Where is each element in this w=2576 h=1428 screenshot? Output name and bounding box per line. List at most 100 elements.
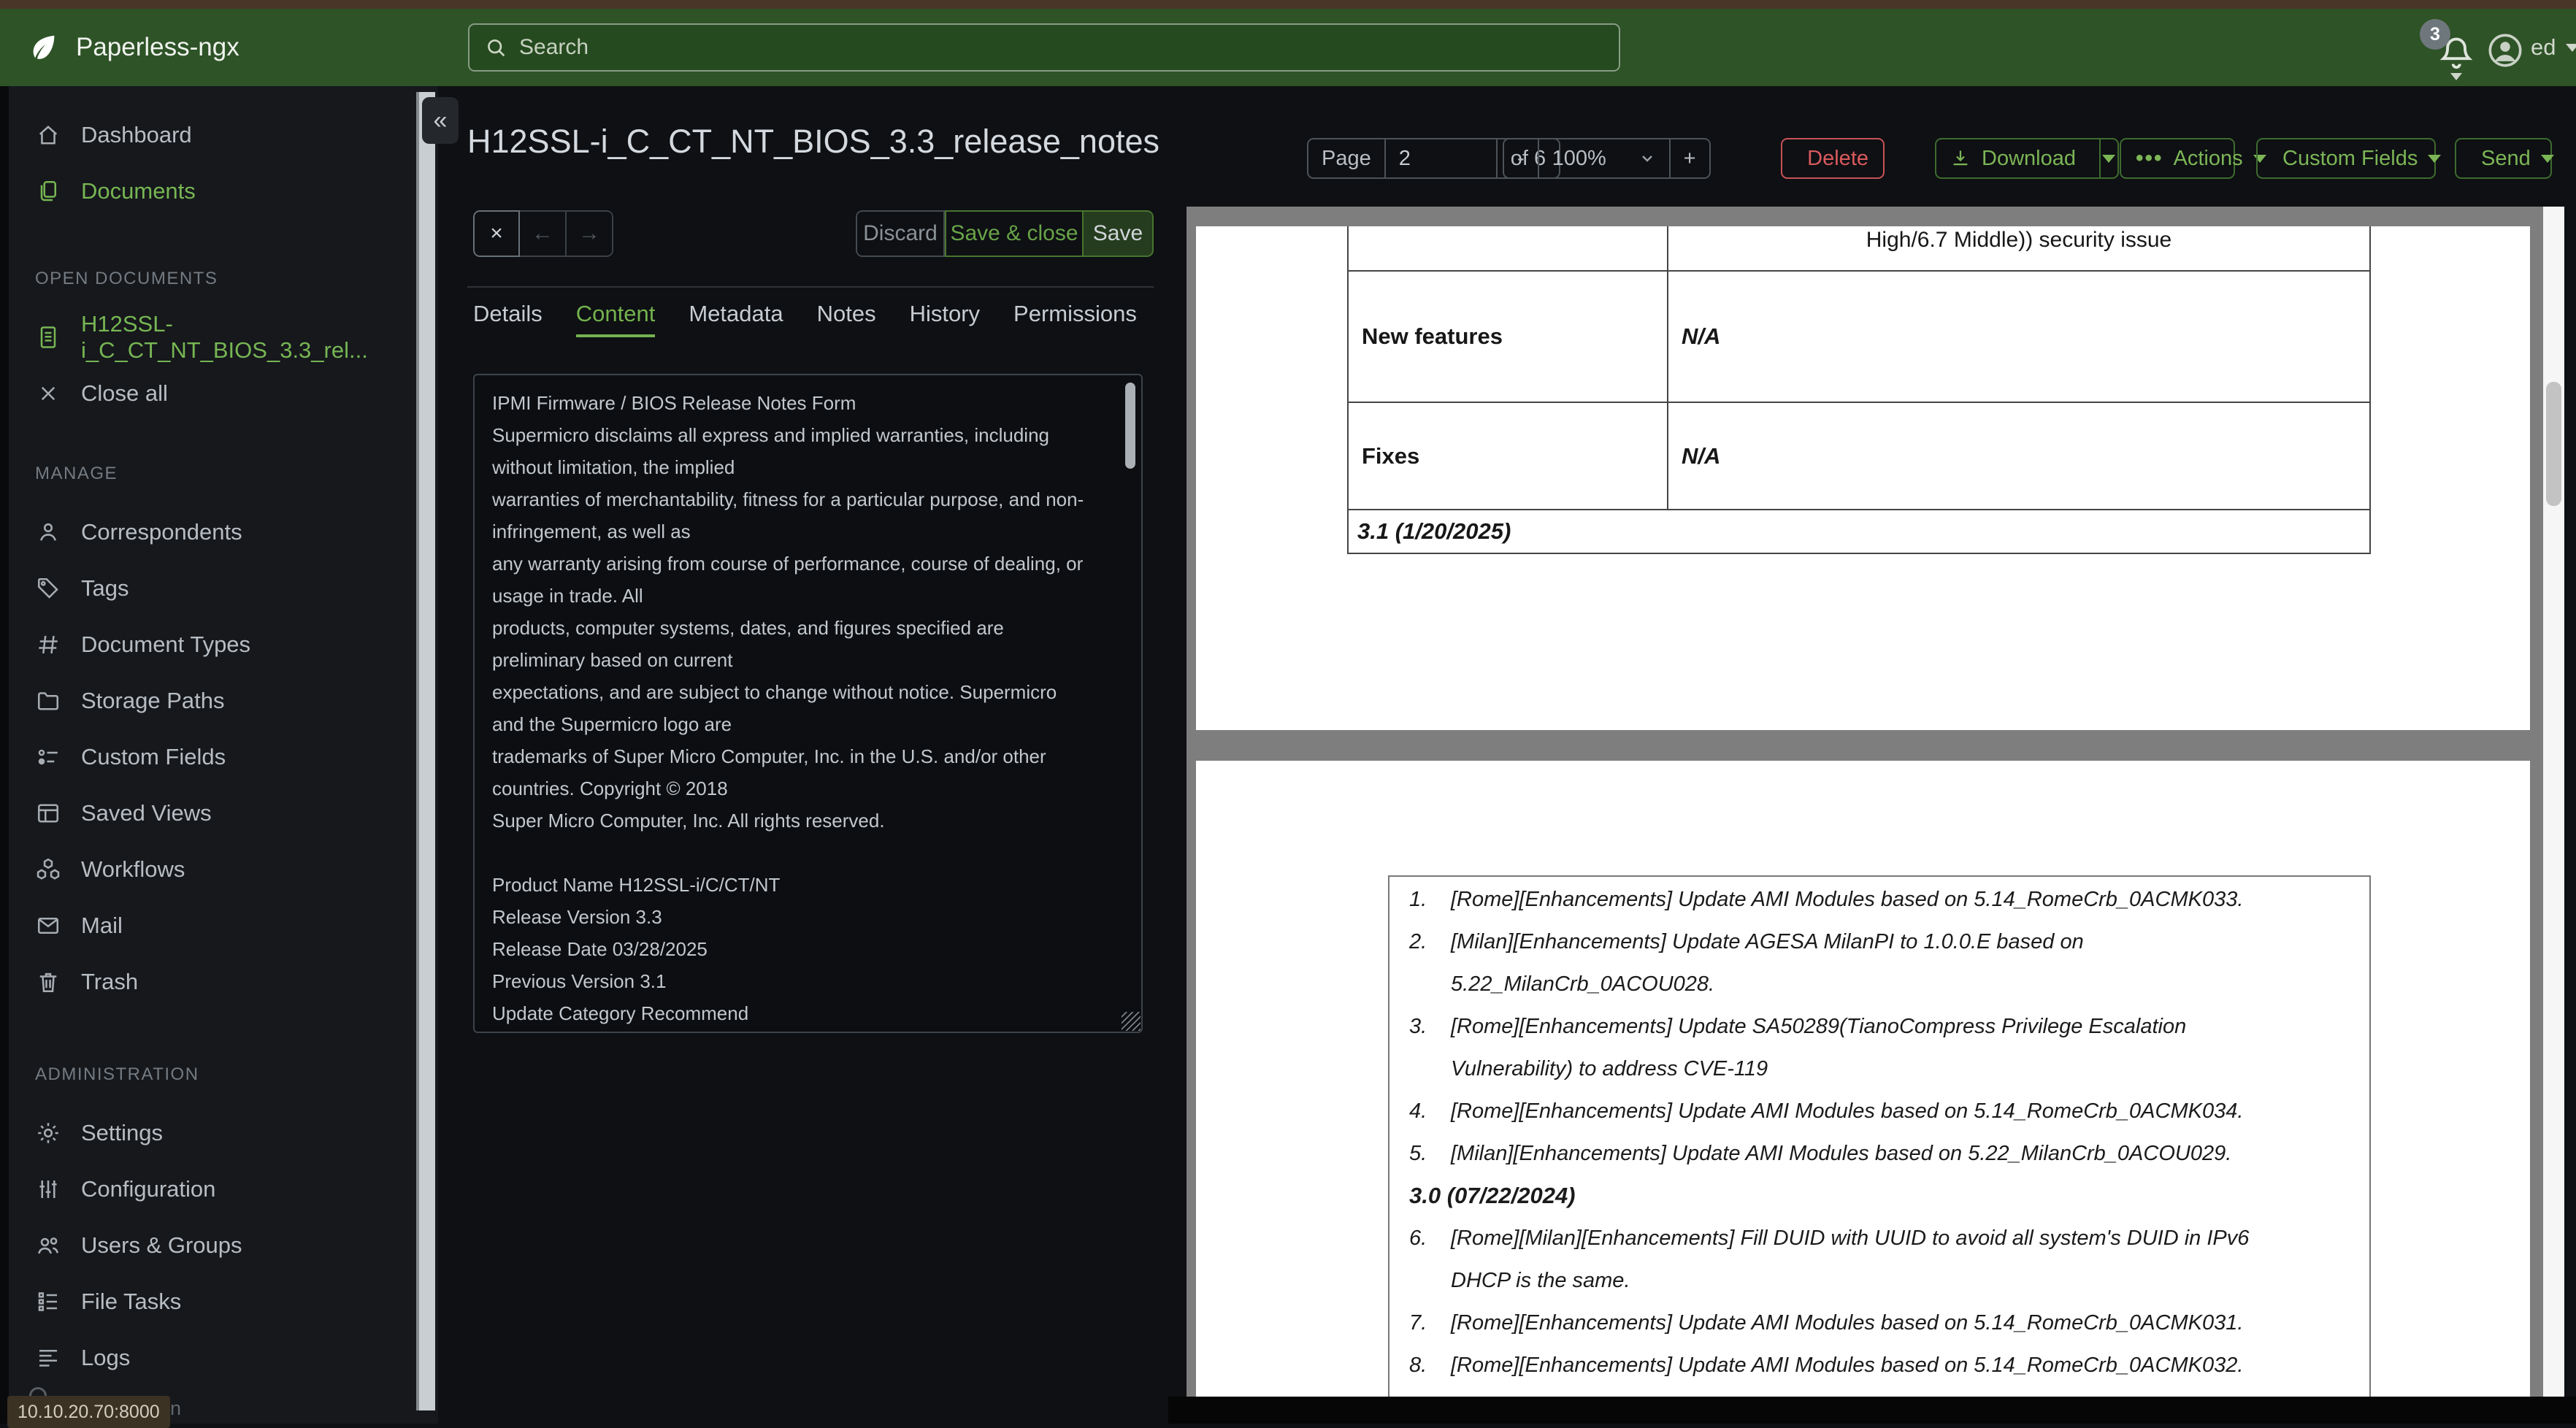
textarea-scrollbar-thumb[interactable] — [1125, 383, 1135, 469]
avatar[interactable] — [2485, 31, 2525, 70]
page-label: Page — [1308, 139, 1384, 177]
tab-content[interactable]: Content — [576, 301, 656, 337]
pdf-scrollbar-thumb[interactable] — [2546, 382, 2561, 506]
sidebar-item-mail[interactable]: Mail — [9, 897, 416, 953]
sidebar-item-dashboard[interactable]: Dashboard — [9, 107, 416, 163]
sidebar-item-configuration[interactable]: Configuration — [9, 1161, 416, 1217]
zoom-out-button[interactable]: - — [1504, 139, 1538, 177]
sidebar-item-trash[interactable]: Trash — [9, 953, 416, 1010]
list-item-text: [Rome][Milan][Enhancements] Fill DUID wi… — [1451, 1227, 2249, 1292]
save-and-close-button[interactable]: Save & close — [945, 210, 1084, 257]
list-item-text: [Rome][Enhancements] Update AMI Modules … — [1451, 1311, 2243, 1335]
zoom-in-button[interactable]: + — [1669, 139, 1709, 177]
content-textarea[interactable]: IPMI Firmware / BIOS Release Notes Form … — [473, 374, 1143, 1033]
sidebar-item-users-groups[interactable]: Users & Groups — [9, 1217, 416, 1273]
app-brand[interactable]: Paperless-ngx — [26, 9, 239, 86]
tab-permissions[interactable]: Permissions — [1013, 301, 1137, 337]
tasks-icon — [35, 1289, 61, 1315]
custom-fields-icon — [35, 744, 61, 770]
tab-notes[interactable]: Notes — [817, 301, 876, 337]
window-top-strip — [0, 0, 2576, 9]
delete-button[interactable]: Delete — [1781, 138, 1885, 179]
tab-metadata[interactable]: Metadata — [689, 301, 783, 337]
send-button-label: Send — [2481, 147, 2531, 171]
pdf-page-2: 1. [Rome][Enhancements] Update AMI Module… — [1196, 761, 2530, 1398]
folder-icon — [35, 688, 61, 714]
close-document-button[interactable]: × — [473, 210, 520, 257]
custom-fields-button[interactable]: Custom Fields — [2256, 138, 2436, 179]
discard-button[interactable]: Discard — [856, 210, 945, 257]
page-number-input[interactable] — [1399, 147, 1483, 171]
person-circle-icon — [2485, 31, 2525, 70]
sidebar-item-logs[interactable]: Logs — [9, 1329, 416, 1386]
list-item-number: 7. — [1409, 1302, 1427, 1344]
table-cell-empty — [1348, 226, 1668, 271]
release-notes-table: High/6.7 Middle)) security issue New fea… — [1347, 226, 2371, 554]
sidebar-item-label: Configuration — [81, 1176, 215, 1202]
app-title: Paperless-ngx — [76, 33, 239, 62]
pdf-viewer: High/6.7 Middle)) security issue New fea… — [1187, 207, 2564, 1398]
search-input[interactable] — [519, 35, 1604, 60]
actions-button[interactable]: ••• Actions — [2120, 138, 2235, 179]
sidebar-item-h12ssl-i-c-ct-nt-bios-3-3-rel[interactable]: H12SSL-i_C_CT_NT_BIOS_3.3_rel... — [9, 309, 416, 365]
sidebar-section-gap — [9, 1010, 416, 1062]
tab-history[interactable]: History — [910, 301, 980, 337]
sidebar-item-saved-views[interactable]: Saved Views — [9, 785, 416, 841]
download-options-button[interactable] — [2099, 139, 2117, 177]
save-button[interactable]: Save — [1084, 210, 1154, 257]
sidebar-item-label: Workflows — [81, 856, 185, 883]
sidebar-item-document-types[interactable]: Document Types — [9, 616, 416, 672]
link-preview-tooltip: 10.10.20.70:8000 — [7, 1396, 170, 1428]
pane-divider — [467, 286, 1154, 288]
list-item-text: [Rome][Enhancements] Update AMI Modules … — [1451, 1354, 2243, 1377]
row-value: N/A — [1668, 402, 2370, 510]
tag-icon — [35, 575, 61, 602]
sidebar-item-custom-fields[interactable]: Custom Fields — [9, 729, 416, 785]
sidebar-item-workflows[interactable]: Workflows — [9, 841, 416, 897]
sidebar-item-label: Custom Fields — [81, 744, 226, 770]
sidebar-scrollbar[interactable] — [416, 92, 435, 1410]
sidebar-left-edge — [0, 86, 9, 1424]
notifications-button[interactable]: 3 — [2430, 28, 2481, 79]
sidebar-nav: DashboardDocumentsOPEN DOCUMENTSH12SSL-i… — [9, 86, 416, 1386]
previous-document-button[interactable]: ← — [520, 210, 567, 257]
documents-icon — [35, 178, 61, 204]
logs-icon — [35, 1345, 61, 1371]
row-label: Fixes — [1348, 402, 1668, 510]
sidebar-item-label: Logs — [81, 1345, 130, 1371]
document-nav-group: × ← → — [473, 210, 613, 257]
sidebar-item-label: Saved Views — [81, 800, 212, 826]
user-menu[interactable]: ed — [2531, 9, 2576, 86]
document-tabs: Details Content Metadata Notes History Permis… — [473, 301, 1137, 337]
collapse-sidebar-button[interactable]: « — [422, 97, 459, 144]
list-item-number: 5. — [1409, 1132, 1427, 1175]
zoom-level-value: 100% — [1552, 147, 1606, 171]
download-button[interactable]: Download — [1936, 139, 2089, 177]
list-item-number: 1. — [1409, 878, 1427, 921]
caret-down-icon — [2541, 155, 2554, 163]
pdf-scrollbar-track[interactable] — [2543, 207, 2564, 1398]
save-button-group: Discard Save & close Save — [856, 210, 1154, 257]
tab-details[interactable]: Details — [473, 301, 543, 337]
sidebar-item-label: Close all — [81, 380, 168, 407]
hash-icon — [35, 632, 61, 658]
sidebar-item-storage-paths[interactable]: Storage Paths — [9, 672, 416, 729]
table-row: New features N/A — [1348, 271, 2370, 402]
sidebar-item-correspondents[interactable]: Correspondents — [9, 504, 416, 560]
download-icon — [1950, 147, 1971, 169]
textarea-resize-handle[interactable] — [1122, 1012, 1141, 1031]
sliders-icon — [35, 1176, 61, 1202]
top-app-bar: Paperless-ngx 3 ed — [0, 9, 2576, 86]
close-icon — [35, 380, 61, 407]
global-search[interactable] — [468, 23, 1620, 72]
change-list-item: 6.[Rome][Milan][Enhancements] Fill DUID … — [1389, 1217, 2369, 1302]
sidebar-item-settings[interactable]: Settings — [9, 1105, 416, 1161]
next-document-button[interactable]: → — [567, 210, 613, 257]
sidebar-item-documents[interactable]: Documents — [9, 163, 416, 219]
sidebar-item-tags[interactable]: Tags — [9, 560, 416, 616]
sidebar-item-file-tasks[interactable]: File Tasks — [9, 1273, 416, 1329]
zoom-level-select[interactable]: 100% — [1538, 139, 1669, 177]
sidebar-item-label: Trash — [81, 969, 138, 995]
send-button[interactable]: Send — [2455, 138, 2552, 179]
sidebar-item-close-all[interactable]: Close all — [9, 365, 416, 421]
